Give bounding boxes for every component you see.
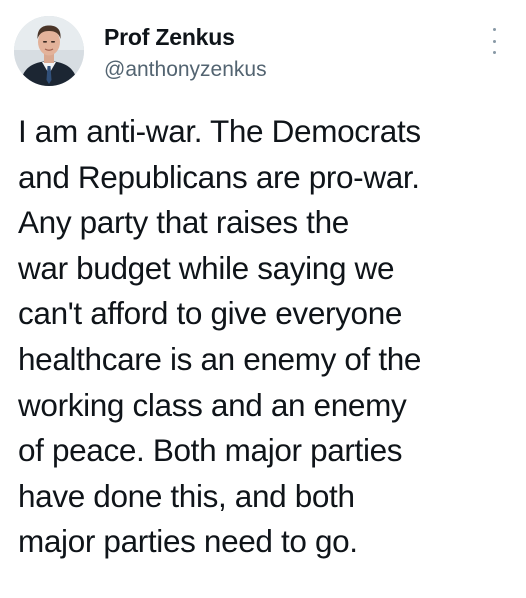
tweet-line: war budget while saying we <box>18 249 395 286</box>
tweet-line: have done this, and both <box>18 477 355 514</box>
tweet-line: working class and an enemy <box>18 386 407 423</box>
display-name[interactable]: Prof Zenkus <box>104 24 235 51</box>
more-vertical-icon[interactable] <box>484 28 504 54</box>
profile-photo-icon <box>14 16 84 86</box>
tweet-text: I am anti-war. The Democrats and Republi… <box>18 109 523 565</box>
tweet-line: and Republicans are pro-war. <box>18 158 420 195</box>
tweet-line: of peace. Both major parties <box>18 432 403 469</box>
tweet-card: Prof Zenkus @anthonyzenkus I am anti-war… <box>0 0 526 598</box>
more-dot <box>492 51 496 54</box>
tweet-line: Any party that raises the <box>18 204 349 241</box>
more-dot <box>492 39 496 43</box>
tweet-line: I am anti-war. The Democrats <box>18 113 421 149</box>
more-dot <box>492 28 496 31</box>
tweet-line: healthcare is an enemy of the <box>18 340 422 377</box>
user-handle[interactable]: @anthonyzenkus <box>104 58 267 82</box>
tweet-line: can't afford to give everyone <box>18 295 403 332</box>
tweet-line: major parties need to go. <box>18 523 358 560</box>
avatar[interactable] <box>14 16 84 86</box>
